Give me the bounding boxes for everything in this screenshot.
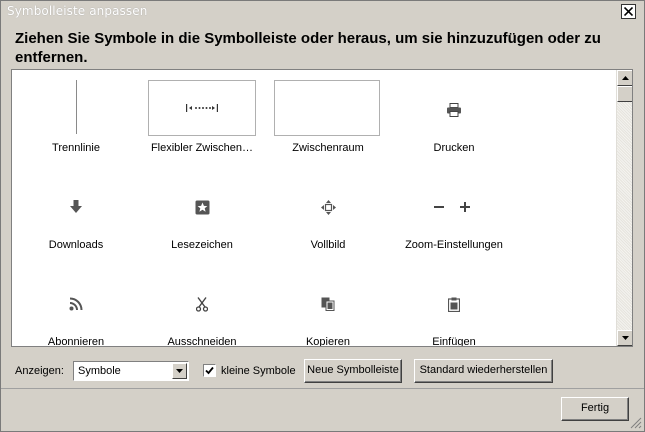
close-icon [624,7,633,16]
palette-item-label: Lesezeichen [171,239,233,251]
small-icons-checkbox[interactable] [203,364,216,377]
space-icon [274,80,380,136]
copy-icon [318,294,338,314]
instruction-text: Ziehen Sie Symbole in die Symbolleiste o… [15,30,601,66]
scissors-icon [192,294,212,314]
footer-divider [1,388,644,389]
palette-item-label: Kopieren [305,336,351,347]
show-mode-select[interactable]: Symbole [73,361,189,381]
palette-item-label: Drucken [433,142,475,154]
rss-feed-icon [66,294,86,314]
palette-scrollbar[interactable] [616,70,632,346]
paste-icon [444,294,464,314]
resize-grip-icon[interactable] [630,417,642,429]
palette-item-label: Abonnieren [47,336,105,347]
fullscreen-icon [318,197,338,217]
palette-item-label: Zwischenraum [292,142,364,154]
close-button[interactable] [621,4,636,19]
checkmark-icon [205,366,214,375]
palette-item-label: Zoom-Einstellungen [405,239,503,251]
toolbar-palette: Trennlinie Flexibler Zwischen… Zwischenr… [11,69,633,347]
arrow-up-icon [621,76,629,80]
separator-line-icon [66,80,86,134]
palette-item-label: Downloads [48,239,104,251]
printer-icon [444,100,464,120]
palette-item-label: Einfügen [432,336,476,347]
arrow-down-icon [621,336,629,340]
new-toolbar-button[interactable]: Neue Symbolleiste [304,359,402,383]
palette-item-label: Ausschneiden [167,336,237,347]
palette-grid: Trennlinie Flexibler Zwischen… Zwischenr… [12,70,615,346]
options-row: Anzeigen: Symbole kleine Symbole Neue Sy… [1,358,644,384]
small-icons-label[interactable]: kleine Symbole [221,365,296,377]
show-mode-value: Symbole [78,365,121,377]
customize-toolbar-dialog: Symbolleiste anpassen Ziehen Sie Symbole… [0,0,645,432]
zoom-controls-icon [432,197,476,217]
scroll-thumb[interactable] [617,86,632,102]
download-arrow-icon [66,197,86,217]
flexible-space-icon [148,80,256,136]
palette-item-label: Vollbild [310,239,346,251]
dropdown-button[interactable] [172,363,187,379]
scroll-down-button[interactable] [617,330,632,346]
window-title: Symbolleiste anpassen [7,4,148,18]
palette-item-label: Flexibler Zwischen… [150,142,254,154]
scroll-up-button[interactable] [617,70,632,86]
chevron-down-icon [176,369,183,373]
restore-default-button[interactable]: Standard wiederherstellen [414,359,553,383]
show-label: Anzeigen: [15,365,64,377]
title-bar[interactable]: Symbolleiste anpassen [1,1,644,22]
bookmark-star-icon [192,197,212,217]
palette-item-label: Trennlinie [52,142,100,154]
done-button[interactable]: Fertig [561,397,629,421]
scroll-track[interactable] [617,102,632,330]
